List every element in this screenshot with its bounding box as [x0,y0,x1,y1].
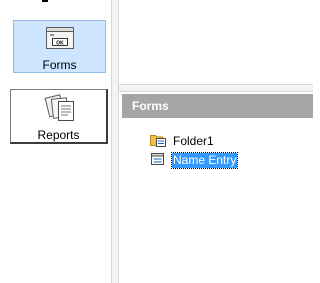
svg-text:OK: OK [56,40,64,46]
form-icon: OK [45,26,75,53]
form-document-icon [150,152,166,169]
nav-item-label: Forms [42,58,77,72]
tree-item-folder1[interactable]: Folder1 [150,133,215,149]
preview-area [119,0,313,84]
tree-item-name-entry[interactable]: Name Entry [150,151,239,169]
panel-header: Forms [122,94,313,118]
folder-form-icon [150,133,166,150]
nav-button-edge [42,0,48,2]
report-icon [42,93,76,126]
nav-item-label: Reports [37,128,80,142]
vertical-splitter[interactable] [111,0,119,283]
tree-item-label: Folder1 [173,133,214,148]
nav-item-forms[interactable]: OK Forms [13,20,106,73]
horizontal-splitter[interactable] [119,84,313,92]
nav-item-reports[interactable]: Reports [10,89,108,144]
tree-item-label: Name Entry [170,151,239,169]
navigation-pane: OK Forms Reports [0,0,111,283]
